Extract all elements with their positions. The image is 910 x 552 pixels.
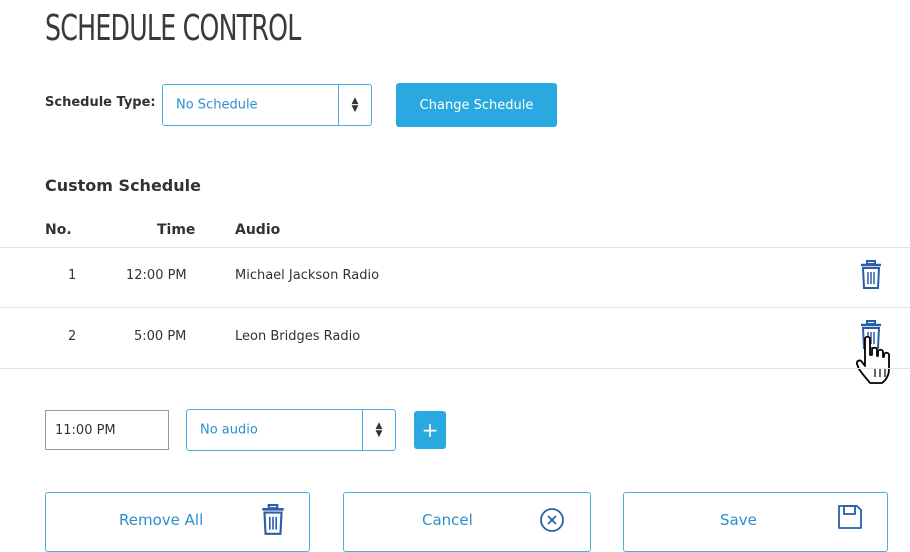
schedule-type-select[interactable]: No Schedule ▲ ▼ xyxy=(162,84,372,126)
select-arrows-icon: ▲ ▼ xyxy=(338,85,371,125)
table-divider xyxy=(0,307,910,308)
change-schedule-button[interactable]: Change Schedule xyxy=(396,83,557,127)
custom-schedule-heading: Custom Schedule xyxy=(45,176,201,195)
cancel-button[interactable]: Cancel xyxy=(343,492,591,552)
save-label: Save xyxy=(720,511,757,529)
floppy-disk-icon xyxy=(838,505,862,529)
audio-select-value: No audio xyxy=(200,422,258,438)
add-entry-button[interactable]: + xyxy=(414,411,446,449)
table-divider xyxy=(0,247,910,248)
table-divider xyxy=(0,368,910,369)
select-arrows-icon: ▲ ▼ xyxy=(362,410,395,450)
column-header-audio: Audio xyxy=(235,222,281,238)
row-audio: Leon Bridges Radio xyxy=(235,329,361,344)
row-audio: Michael Jackson Radio xyxy=(235,268,380,283)
audio-select[interactable]: No audio ▲ ▼ xyxy=(186,409,396,451)
row-number: 2 xyxy=(68,329,77,344)
row-time: 5:00 PM xyxy=(134,329,187,344)
trash-icon[interactable] xyxy=(860,260,882,290)
save-button[interactable]: Save xyxy=(623,492,888,552)
row-time: 12:00 PM xyxy=(126,268,187,283)
close-circle-icon xyxy=(540,508,564,532)
hand-cursor-icon xyxy=(855,335,890,384)
column-header-no: No. xyxy=(45,222,72,238)
time-input[interactable]: 11:00 PM xyxy=(45,410,169,450)
schedule-type-value: No Schedule xyxy=(176,97,258,113)
trash-icon xyxy=(262,504,284,535)
schedule-type-label: Schedule Type: xyxy=(45,95,156,110)
page-title: SCHEDULE CONTROL xyxy=(45,8,301,49)
column-header-time: Time xyxy=(157,222,196,238)
row-number: 1 xyxy=(68,268,77,283)
remove-all-button[interactable]: Remove All xyxy=(45,492,310,552)
cancel-label: Cancel xyxy=(422,511,473,529)
remove-all-label: Remove All xyxy=(119,511,204,529)
